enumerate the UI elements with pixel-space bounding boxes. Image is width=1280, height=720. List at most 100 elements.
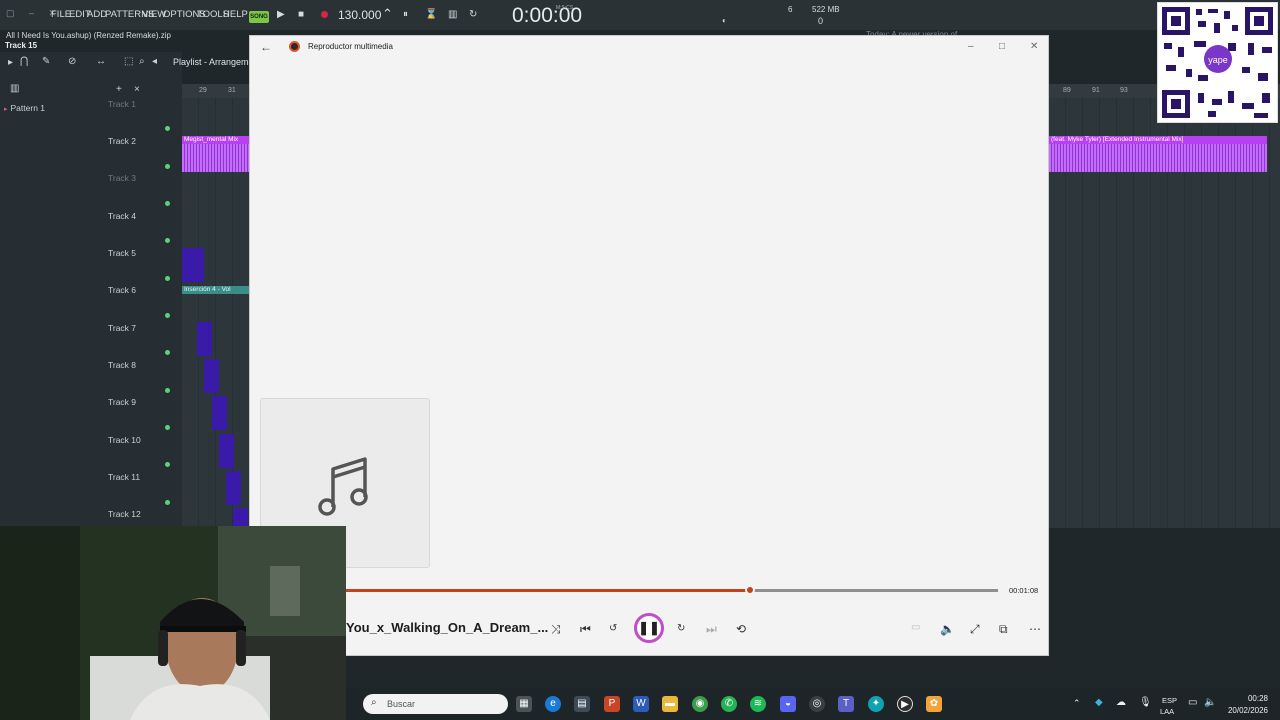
speaker-tray-icon[interactable]: 🔈	[1204, 697, 1216, 708]
track-label[interactable]: Track 6	[108, 285, 136, 295]
piano-icon[interactable]: ▥	[10, 83, 19, 94]
slip-icon[interactable]: ↔	[96, 56, 106, 67]
track-label[interactable]: Track 10	[108, 435, 141, 445]
volume-icon[interactable]: 🔈	[940, 622, 955, 636]
pencil-icon[interactable]: ✎	[42, 56, 50, 67]
clock[interactable]: 00:28	[1228, 694, 1268, 703]
spotify-icon[interactable]: ≋	[750, 696, 766, 712]
track-label[interactable]: Track 1	[108, 99, 136, 109]
wait-icon[interactable]: ⏸	[403, 9, 408, 20]
audio-clip[interactable]	[233, 508, 248, 526]
word-icon[interactable]: W	[633, 696, 649, 712]
repeat-icon[interactable]: ⟲	[736, 622, 746, 636]
track-led[interactable]	[165, 500, 170, 505]
track-led[interactable]	[165, 201, 170, 206]
date[interactable]: 20/02/2026	[1220, 706, 1268, 715]
minimize-icon[interactable]: –	[968, 41, 974, 52]
captions-icon[interactable]: ▭	[911, 622, 920, 633]
track-label[interactable]: Track 8	[108, 360, 136, 370]
audio-clip[interactable]	[226, 471, 241, 505]
task-view-icon[interactable]: ▦	[516, 696, 532, 712]
zoom-icon[interactable]: ⌕	[139, 56, 145, 67]
audio-clip[interactable]	[212, 396, 227, 430]
metronome-icon[interactable]: ⌃	[382, 6, 393, 22]
fl-studio-icon[interactable]: ✿	[926, 696, 942, 712]
pause-button[interactable]: ❚❚	[634, 613, 664, 643]
previous-icon[interactable]: ⏮	[580, 622, 591, 637]
select-icon[interactable]: ⬚	[124, 56, 133, 67]
loop-record-icon[interactable]: ↻	[469, 9, 477, 20]
tempo-display[interactable]: 130.000	[338, 8, 381, 22]
input-layout[interactable]: LAA	[1160, 707, 1174, 716]
teams-icon[interactable]: T	[838, 696, 854, 712]
track-label[interactable]: Track 4	[108, 211, 136, 221]
more-options-icon[interactable]: ⋯	[1029, 622, 1041, 636]
mini-player-icon[interactable]: ⧉	[999, 622, 1008, 637]
audio-clip[interactable]	[197, 322, 212, 356]
fullscreen-icon[interactable]: ⤢	[970, 622, 980, 637]
network-icon[interactable]: ▭	[1188, 697, 1197, 708]
chrome-icon[interactable]: ◉	[692, 696, 708, 712]
powerpoint-icon[interactable]: P	[604, 696, 620, 712]
input-language[interactable]: ESP	[1162, 696, 1177, 705]
obs-icon[interactable]: ◎	[809, 696, 825, 712]
song-mode-badge[interactable]: SONG	[249, 11, 269, 23]
rewind-10-icon[interactable]: ↺	[609, 623, 617, 634]
back-arrow-icon[interactable]: ←	[260, 40, 272, 54]
track-led[interactable]	[165, 164, 170, 169]
app-icon[interactable]: ✦	[868, 696, 884, 712]
forward-30-icon[interactable]: ↻	[677, 623, 685, 634]
maximize-icon[interactable]: □	[999, 41, 1005, 52]
file-explorer-icon[interactable]: ▬	[662, 696, 678, 712]
audio-clip[interactable]: Megist_mental Mix	[182, 136, 249, 144]
whatsapp-icon[interactable]: ✆	[721, 696, 737, 712]
audio-clip[interactable]	[182, 248, 204, 282]
pattern-item[interactable]: ▸ Pattern 1	[4, 103, 45, 113]
track-label[interactable]: Track 12	[108, 509, 141, 519]
track-led[interactable]	[165, 126, 170, 131]
step-edit-icon[interactable]: ▥	[448, 9, 457, 20]
discord-icon[interactable]: ◒	[780, 696, 796, 712]
track-led[interactable]	[165, 350, 170, 355]
track-label[interactable]: Track 5	[108, 248, 136, 258]
close-window-icon[interactable]: ✕	[1030, 41, 1038, 52]
media-player-taskbar-icon[interactable]: ▶	[897, 696, 913, 712]
speaker-icon[interactable]: ◂	[152, 56, 157, 67]
cloud-icon[interactable]: ☁	[1116, 697, 1126, 708]
volume-knob-icon[interactable]: ◐	[722, 16, 727, 25]
audio-clip[interactable]	[204, 359, 219, 393]
track-label[interactable]: Track 9	[108, 397, 136, 407]
record-icon[interactable]	[321, 11, 328, 18]
stop-icon[interactable]: ■	[298, 9, 304, 20]
automation-clip[interactable]: Inserción 4 - Vol	[182, 286, 249, 294]
countdown-icon[interactable]: ⌛	[425, 9, 437, 20]
track-led[interactable]	[165, 462, 170, 467]
store-icon[interactable]: ▤	[574, 696, 590, 712]
track-led[interactable]	[165, 276, 170, 281]
track-label[interactable]: Track 7	[108, 323, 136, 333]
shuffle-icon[interactable]: ⤨	[551, 622, 561, 637]
add-icon[interactable]: +	[116, 84, 122, 95]
track-label[interactable]: Track 2	[108, 136, 136, 146]
mute-icon[interactable]: ⊘	[68, 56, 76, 67]
track-label[interactable]: Track 3	[108, 173, 136, 183]
edge-icon[interactable]: e	[545, 696, 561, 712]
taskbar-search[interactable]	[363, 694, 508, 714]
audio-clip[interactable]: (feat. Myke Tyler) [Extended Instrumenta…	[1049, 136, 1267, 144]
audio-clip[interactable]	[219, 434, 234, 468]
arrow-icon[interactable]: ▸	[8, 57, 13, 68]
track-label[interactable]: Track 11	[108, 472, 140, 482]
chevron-up-icon[interactable]: ⌃	[1073, 698, 1081, 709]
track-led[interactable]	[165, 425, 170, 430]
track-led[interactable]	[165, 238, 170, 243]
tray-app-icon[interactable]: ◆	[1095, 697, 1103, 708]
menu-help[interactable]: HELP	[223, 9, 248, 20]
track-led[interactable]	[165, 313, 170, 318]
microphone-icon[interactable]: 🎙	[1139, 697, 1152, 708]
close-icon[interactable]: ×	[134, 84, 140, 95]
next-icon[interactable]: ⏭	[706, 622, 717, 637]
magnet-icon[interactable]: ⋂	[20, 56, 28, 67]
seek-thumb[interactable]	[745, 585, 756, 595]
play-icon[interactable]: ▶	[277, 9, 285, 20]
track-led[interactable]	[165, 388, 170, 393]
